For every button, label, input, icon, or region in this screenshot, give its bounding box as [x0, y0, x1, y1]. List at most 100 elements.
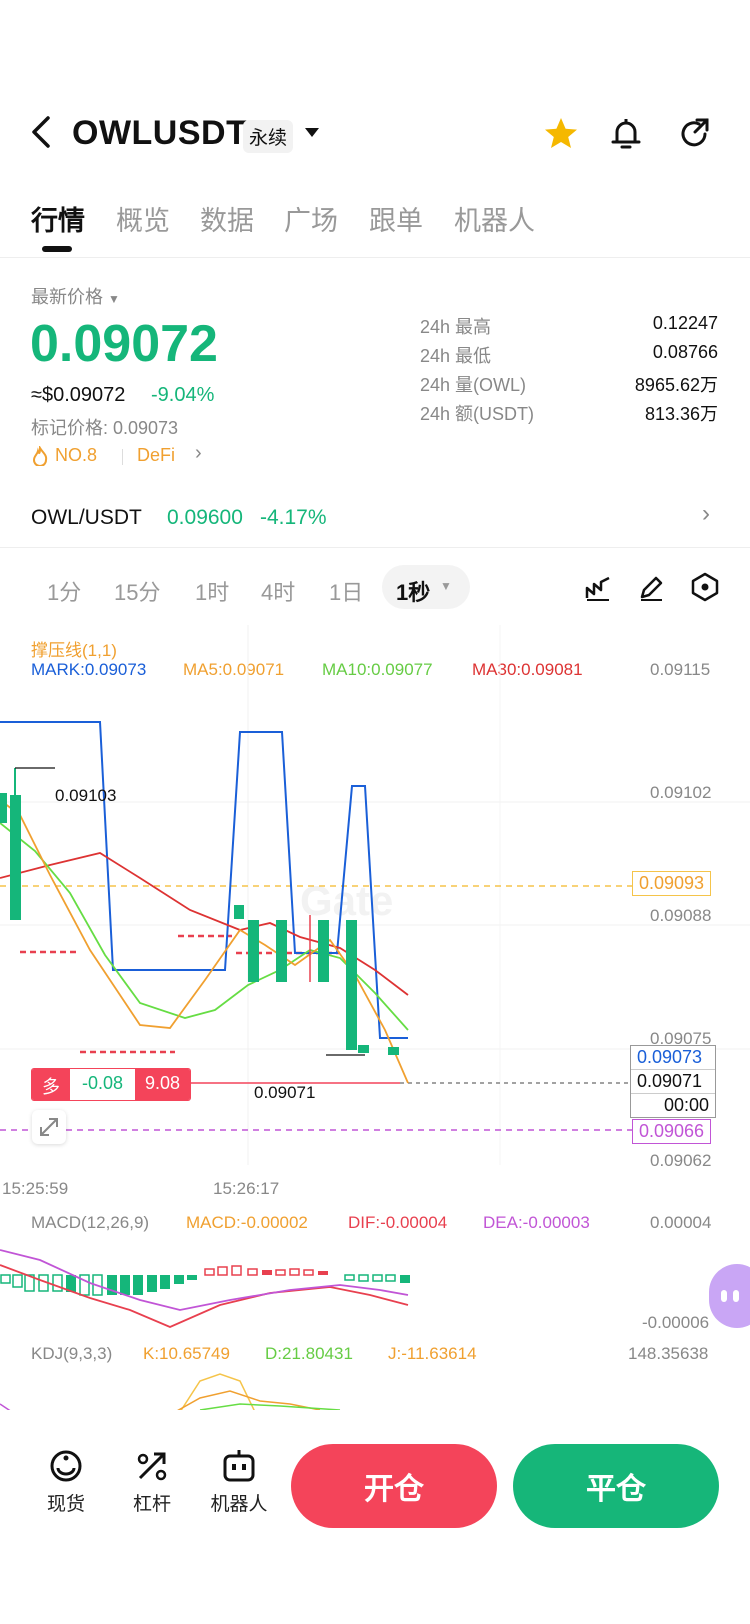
candle: [346, 920, 357, 1050]
position-pnl: -0.08: [70, 1069, 136, 1100]
chevron-right-icon: ›: [702, 500, 710, 527]
nav-bots-label: 机器人: [210, 1494, 268, 1515]
chart-settings-button[interactable]: [690, 572, 720, 607]
contract-type-badge[interactable]: 永续: [243, 120, 294, 153]
low-annotation: 0.09071: [254, 1083, 316, 1102]
rank-label: NO.8: [55, 445, 98, 465]
watermark: Gate: [300, 877, 393, 924]
tf-15m[interactable]: 15分: [114, 575, 160, 607]
open-position-button[interactable]: 开仓: [291, 1444, 497, 1528]
tf-1d[interactable]: 1日: [329, 575, 363, 607]
stat-volume-label: 24h 量(OWL): [420, 375, 527, 395]
kdj-label: KDJ(9,3,3): [31, 1344, 113, 1363]
sector-tag[interactable]: DeFi: [137, 445, 175, 466]
rank-tag[interactable]: NO.8: [31, 445, 97, 466]
candle: [388, 1047, 399, 1055]
tf-1s-label: 1秒: [396, 580, 431, 605]
dif-value: DIF:-0.00004: [348, 1213, 448, 1232]
symbol-title[interactable]: OWLUSDT: [72, 114, 247, 153]
symbol-dropdown[interactable]: [303, 126, 321, 145]
y-tick: 0.09062: [650, 1151, 712, 1170]
y-tick: 0.09088: [650, 906, 712, 925]
spot-change: -4.17%: [260, 506, 327, 529]
y-tick: 0.09102: [650, 783, 712, 802]
candle: [276, 920, 287, 982]
tab-data[interactable]: 数据: [200, 199, 254, 238]
latest-price-label: 最新价格: [31, 287, 103, 307]
kdj-chart: [0, 1373, 341, 1412]
lower-price-box: 0.09066: [632, 1119, 712, 1144]
nav-spot[interactable]: 现货: [40, 1448, 92, 1516]
candle: [234, 905, 244, 919]
active-tab-indicator: [42, 246, 72, 252]
alert-price-box[interactable]: 0.09093: [632, 871, 712, 896]
tf-4h[interactable]: 4时: [261, 575, 295, 607]
bell-icon: [611, 119, 641, 149]
support-resistance-marks: [20, 934, 340, 1054]
stat-volume-value: 8965.62万: [634, 375, 718, 395]
dea-value: DEA:-0.00003: [483, 1213, 590, 1232]
position-tag[interactable]: 多 -0.08 9.08: [31, 1068, 192, 1101]
stat-low-label: 24h 最低: [420, 346, 492, 366]
position-size: 9.08: [135, 1069, 191, 1100]
share-button[interactable]: [677, 116, 713, 157]
macd-top-tick: 0.00004: [650, 1213, 712, 1232]
pencil-icon: [640, 576, 663, 601]
spot-icon: [50, 1450, 82, 1482]
macd-bottom-tick: -0.00006: [642, 1313, 710, 1332]
indicator-button[interactable]: [584, 574, 612, 607]
stat-high-label: 24h 最高: [420, 317, 492, 337]
x-tick: 15:25:59: [2, 1179, 69, 1198]
candle: [358, 1045, 369, 1053]
divider: [0, 547, 750, 548]
tf-1s-selected[interactable]: 1秒 ▼: [382, 565, 470, 609]
nav-spot-label: 现货: [46, 1494, 85, 1515]
spot-price: 0.09600: [167, 506, 243, 529]
latest-price-selector[interactable]: 最新价格 ▼: [31, 283, 120, 309]
mark-price: 标记价格: 0.09073: [31, 418, 179, 438]
high-annotation: 0.09103: [55, 786, 117, 805]
close-position-button[interactable]: 平仓: [513, 1444, 719, 1528]
leverage-icon: [137, 1452, 167, 1481]
position-side: 多: [32, 1069, 70, 1100]
tf-1m[interactable]: 1分: [47, 575, 81, 607]
hexagon-settings-icon: [691, 572, 719, 602]
fullscreen-button[interactable]: [32, 1110, 66, 1144]
stat-high-value: 0.12247: [652, 313, 718, 333]
fire-icon: [32, 445, 48, 466]
x-tick: 15:26:17: [213, 1179, 280, 1198]
caret-down-icon: ▼: [440, 579, 452, 593]
kdj-d-value: D:21.80431: [265, 1344, 353, 1363]
macd-chart: [0, 1249, 410, 1328]
candle: [10, 795, 21, 920]
nav-bots[interactable]: 机器人: [204, 1448, 274, 1516]
candle: [248, 920, 259, 982]
tab-bots[interactable]: 机器人: [454, 199, 535, 238]
tf-1h[interactable]: 1时: [195, 575, 229, 607]
y-tick: 0.09115: [650, 660, 711, 679]
mark-price-box: 0.09073: [631, 1046, 715, 1070]
stat-turnover-value: 813.36万: [644, 404, 718, 424]
alert-button[interactable]: [609, 116, 643, 157]
draw-button[interactable]: [637, 574, 665, 607]
price-change: -9.04%: [151, 384, 215, 406]
back-icon: [32, 116, 50, 148]
star-icon: [545, 118, 577, 148]
back-button[interactable]: [26, 112, 56, 152]
nav-leverage[interactable]: 杠杆: [126, 1448, 178, 1516]
chevron-down-icon: [305, 128, 319, 137]
spot-pair-row[interactable]: OWL/USDT 0.09600 -4.17% ›: [0, 480, 750, 546]
macd-label: MACD(12,26,9): [31, 1213, 150, 1232]
last-price-box: 0.09071: [631, 1070, 715, 1094]
chevron-right-icon[interactable]: ›: [195, 442, 202, 465]
tab-square[interactable]: 广场: [284, 199, 338, 238]
candle: [318, 920, 329, 982]
favorite-button[interactable]: [543, 116, 579, 157]
tab-overview[interactable]: 概览: [116, 199, 170, 238]
kdj-top-tick: 148.35638: [628, 1344, 709, 1363]
candle: [0, 793, 7, 823]
assistant-bubble[interactable]: [709, 1264, 750, 1328]
tab-market[interactable]: 行情: [31, 199, 85, 238]
tab-copy-trading[interactable]: 跟单: [369, 199, 423, 238]
divider: [0, 257, 750, 258]
